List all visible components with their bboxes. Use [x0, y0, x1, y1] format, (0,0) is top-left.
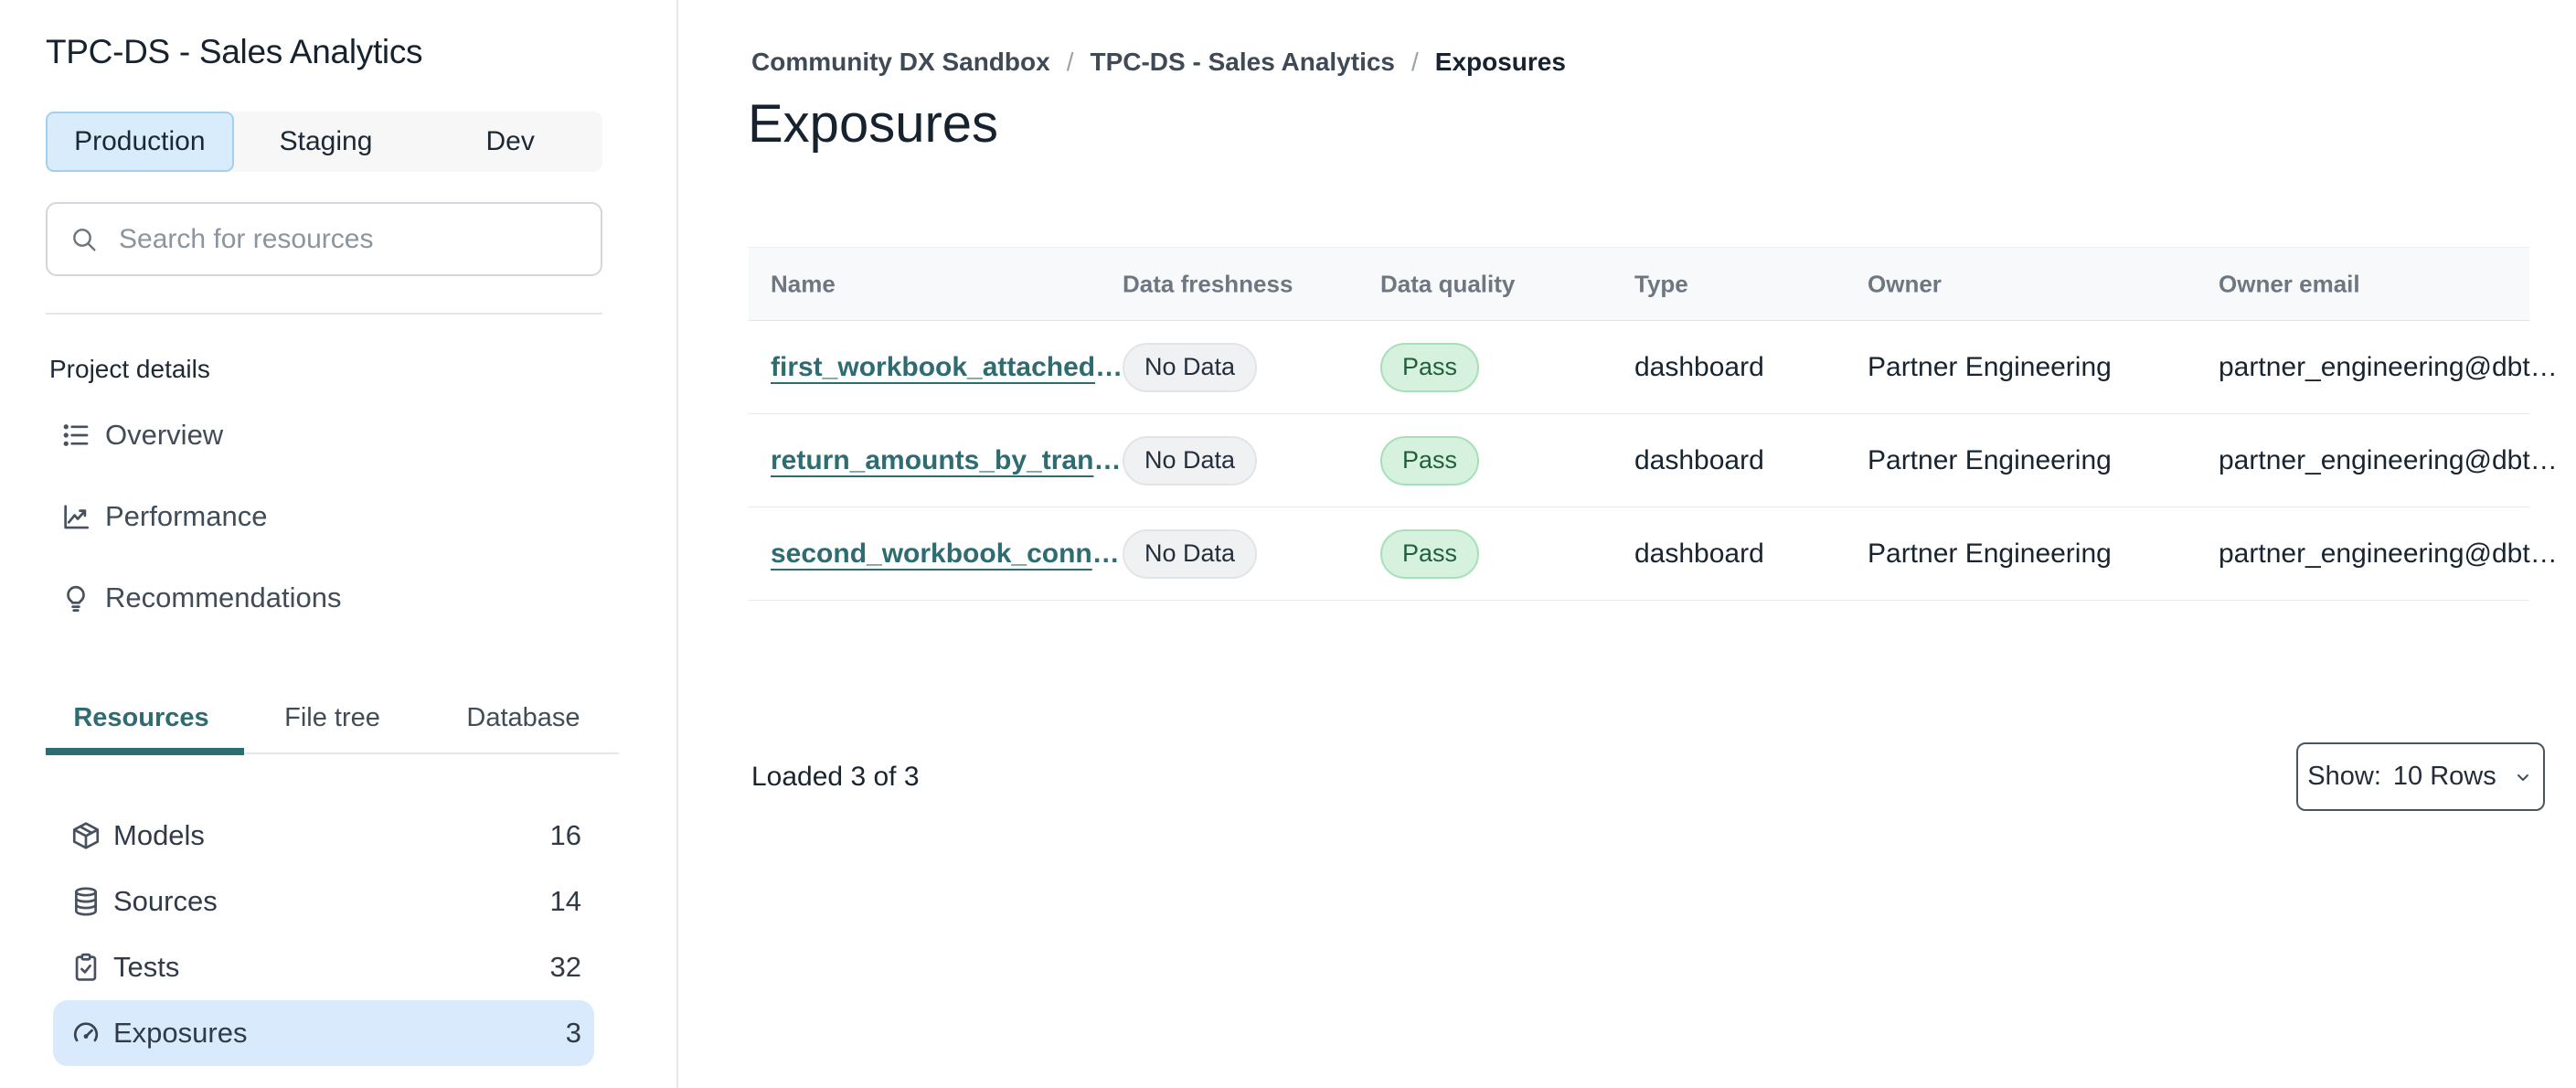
- sidebar-item-sources[interactable]: Sources 14: [46, 869, 603, 934]
- type-cell: dashboard: [1634, 351, 1764, 382]
- env-tab-staging[interactable]: Staging: [234, 112, 419, 172]
- table-row: second_workbook_conn… No Data Pass dashb…: [749, 507, 2558, 601]
- dbt-explorer-page: TPC-DS - Sales Analytics Production Stag…: [0, 0, 2576, 1088]
- breadcrumb-separator: /: [1411, 48, 1419, 76]
- search-icon: [69, 225, 99, 254]
- nav-item-recommendations[interactable]: Recommendations: [46, 557, 603, 638]
- tests-count: 32: [549, 951, 581, 983]
- database-icon: [69, 886, 102, 917]
- environment-tabs: Production Staging Dev: [46, 112, 602, 172]
- list-icon: [59, 420, 92, 451]
- env-tab-production-label: Production: [74, 126, 206, 156]
- cube-icon: [69, 820, 102, 851]
- sidebar-item-sources-label: Sources: [113, 885, 218, 917]
- column-header-owner-email: Owner email: [2219, 270, 2360, 297]
- breadcrumb-project[interactable]: TPC-DS - Sales Analytics: [1090, 48, 1395, 77]
- view-tabs: Resources File tree Database: [46, 688, 619, 748]
- column-header-name: Name: [771, 270, 836, 297]
- sidebar-item-tests[interactable]: Tests 32: [46, 934, 603, 1000]
- quality-badge: Pass: [1380, 342, 1480, 392]
- freshness-badge: No Data: [1123, 435, 1258, 485]
- show-rows-value: 10 Rows: [2392, 762, 2496, 791]
- exposures-count: 3: [565, 1017, 581, 1049]
- tab-resources-label: Resources: [73, 702, 209, 732]
- sidebar-item-exposures[interactable]: Exposures 3: [53, 1000, 594, 1066]
- exposure-name-text: first_workbook_attached: [771, 351, 1096, 382]
- table-row: first_workbook_attached… No Data Pass da…: [749, 321, 2558, 414]
- type-cell: dashboard: [1634, 538, 1764, 569]
- env-tab-staging-label: Staging: [279, 126, 373, 156]
- nav-item-performance-label: Performance: [105, 499, 268, 532]
- freshness-badge: No Data: [1123, 528, 1258, 579]
- exposure-name-link[interactable]: first_workbook_attached…: [771, 352, 1123, 383]
- resource-list: Models 16 Sources 14 Tests 32 Exposures …: [46, 803, 603, 1066]
- nav-item-performance[interactable]: Performance: [46, 475, 603, 557]
- sidebar-item-models-label: Models: [113, 819, 205, 851]
- clipboard-check-icon: [69, 952, 102, 983]
- sidebar-divider: [46, 313, 602, 315]
- breadcrumb-account[interactable]: Community DX Sandbox: [751, 48, 1050, 77]
- show-rows-dropdown[interactable]: Show: 10 Rows: [2296, 742, 2545, 811]
- truncation-ellipsis: …: [1091, 538, 1120, 569]
- nav-item-overview[interactable]: Overview: [46, 394, 603, 475]
- env-tab-production[interactable]: Production: [46, 112, 234, 172]
- sources-count: 14: [549, 885, 581, 917]
- resource-search[interactable]: [46, 202, 602, 276]
- sidebar-item-exposures-label: Exposures: [113, 1017, 248, 1049]
- owner-email-cell: partner_engineering@dbt…: [2219, 444, 2558, 475]
- view-tabs-active-indicator: [46, 748, 244, 755]
- search-input[interactable]: [117, 222, 601, 256]
- exposure-name-text: return_amounts_by_tran: [771, 444, 1094, 475]
- chevron-down-icon: [2512, 766, 2534, 788]
- env-tab-dev-label: Dev: [485, 126, 535, 156]
- tab-database[interactable]: Database: [428, 688, 619, 748]
- line-chart-icon: [59, 501, 92, 532]
- env-tab-dev[interactable]: Dev: [418, 112, 602, 172]
- nav-item-recommendations-label: Recommendations: [105, 581, 342, 613]
- project-details-label: Project details: [49, 355, 210, 383]
- freshness-badge: No Data: [1123, 342, 1258, 392]
- truncation-ellipsis: …: [1093, 444, 1122, 475]
- breadcrumb-current: Exposures: [1434, 48, 1566, 76]
- quality-badge: Pass: [1380, 528, 1480, 579]
- column-header-data-quality: Data quality: [1380, 270, 1516, 297]
- tab-file-tree[interactable]: File tree: [237, 688, 428, 748]
- breadcrumb-separator: /: [1066, 48, 1074, 76]
- breadcrumb: Community DX Sandbox / TPC-DS - Sales An…: [751, 48, 1566, 77]
- sidebar: TPC-DS - Sales Analytics Production Stag…: [0, 0, 676, 1088]
- owner-email-cell: partner_engineering@dbt…: [2219, 351, 2558, 382]
- exposures-table: Name Data freshness Data quality Type Ow…: [749, 247, 2558, 601]
- models-count: 16: [549, 819, 581, 851]
- quality-badge: Pass: [1380, 435, 1480, 485]
- type-cell: dashboard: [1634, 444, 1764, 475]
- sidebar-item-partial[interactable]: [46, 1068, 649, 1088]
- exposure-name-link[interactable]: return_amounts_by_tran…: [771, 445, 1121, 476]
- owner-cell: Partner Engineering: [1868, 538, 2112, 569]
- owner-cell: Partner Engineering: [1868, 444, 2112, 475]
- table-row: return_amounts_by_tran… No Data Pass das…: [749, 414, 2558, 507]
- tab-file-tree-label: File tree: [284, 702, 380, 732]
- column-header-data-freshness: Data freshness: [1123, 270, 1293, 297]
- exposure-name-link[interactable]: second_workbook_conn…: [771, 539, 1120, 570]
- table-header-row: Name Data freshness Data quality Type Ow…: [749, 247, 2529, 321]
- column-header-type: Type: [1634, 270, 1688, 297]
- owner-email-cell: partner_engineering@dbt…: [2219, 538, 2558, 569]
- tab-resources[interactable]: Resources: [46, 688, 237, 748]
- owner-cell: Partner Engineering: [1868, 351, 2112, 382]
- column-header-owner: Owner: [1868, 270, 1942, 297]
- project-title: TPC-DS - Sales Analytics: [46, 33, 423, 70]
- nav-item-overview-label: Overview: [105, 418, 224, 451]
- lightbulb-icon: [59, 582, 92, 613]
- sidebar-item-models[interactable]: Models 16: [46, 803, 603, 869]
- sidebar-main-divider: [676, 0, 678, 1088]
- project-details-nav: Overview Performance Recommendations: [46, 394, 603, 638]
- exposure-name-text: second_workbook_conn: [771, 538, 1092, 569]
- truncation-ellipsis: …: [1095, 351, 1123, 382]
- sidebar-item-tests-label: Tests: [113, 951, 180, 983]
- gauge-icon: [69, 1018, 102, 1049]
- loaded-status: Loaded 3 of 3: [751, 762, 920, 792]
- show-rows-label: Show:: [2307, 762, 2381, 791]
- tab-database-label: Database: [466, 702, 580, 732]
- page-title: Exposures: [748, 94, 999, 154]
